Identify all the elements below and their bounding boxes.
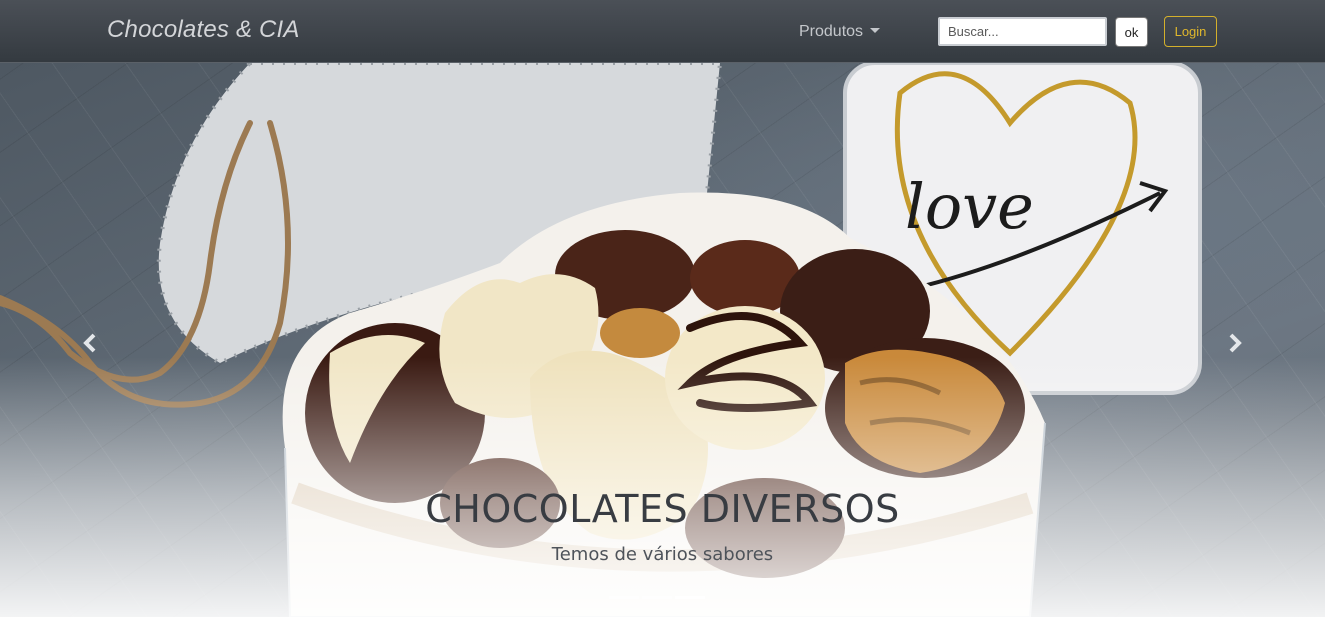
carousel-caption-text: Temos de vários sabores xyxy=(551,544,774,565)
caret-down-icon xyxy=(870,28,881,33)
carousel-caption-title: CHOCOLATES DIVERSOS xyxy=(425,487,900,531)
hero-carousel: love CHOCOLATES DIVERSOS Temos de vários… xyxy=(0,63,1325,617)
carousel-next-button[interactable] xyxy=(1221,325,1251,361)
carousel-indicator-2[interactable] xyxy=(642,596,672,599)
search-ok-button[interactable]: ok xyxy=(1115,17,1148,47)
produtos-label: Produtos xyxy=(799,23,864,40)
carousel-prev-button[interactable] xyxy=(74,325,104,361)
chevron-left-icon xyxy=(83,333,96,353)
chevron-right-icon xyxy=(1229,333,1242,353)
love-text: love xyxy=(905,170,1034,243)
carousel-indicator-3[interactable] xyxy=(675,596,705,599)
carousel-indicator-1[interactable] xyxy=(609,596,639,599)
navbar: Chocolates & CIA Produtos ok Login xyxy=(0,0,1325,63)
search-input[interactable] xyxy=(938,17,1107,46)
login-button[interactable]: Login xyxy=(1164,16,1217,47)
brand-logo[interactable]: Chocolates & CIA xyxy=(107,16,300,44)
produtos-dropdown[interactable]: Produtos xyxy=(799,23,881,41)
carousel-indicators xyxy=(609,596,705,599)
